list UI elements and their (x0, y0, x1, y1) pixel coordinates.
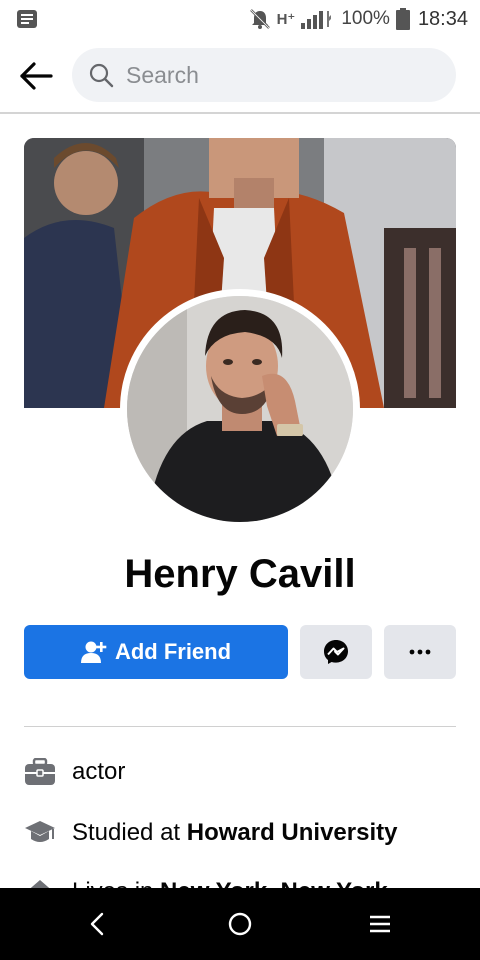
profile-name: Henry Cavill (124, 552, 356, 596)
graduation-cap-icon (25, 821, 55, 842)
status-bar: H⁺ 100% 18:34 (0, 0, 480, 38)
more-options-button[interactable] (384, 625, 456, 679)
add-friend-button[interactable]: Add Friend (24, 625, 288, 679)
clock: 18:34 (417, 7, 468, 30)
messenger-icon (324, 640, 348, 664)
mute-icon (249, 9, 270, 29)
nav-back-button[interactable] (78, 904, 118, 944)
nav-menu-icon (370, 915, 390, 933)
add-person-icon (80, 641, 107, 663)
back-button[interactable] (14, 56, 58, 96)
message-button[interactable] (300, 625, 372, 679)
notification-icon (17, 10, 37, 28)
divider (24, 726, 456, 727)
nav-recents-button[interactable] (360, 904, 400, 944)
occupation-text: actor (72, 758, 126, 785)
nav-home-icon (228, 912, 252, 936)
more-dots-icon (409, 649, 431, 655)
navigation-bar (0, 888, 480, 960)
info-occupation: actor (24, 750, 456, 794)
screen: H⁺ 100% 18:34 Search Henry Cavill Add Fr… (0, 0, 480, 960)
network-type: H⁺ (276, 11, 296, 28)
nav-home-button[interactable] (220, 904, 260, 944)
education-school[interactable]: Howard University (187, 819, 398, 847)
signal-icon (301, 11, 332, 29)
nav-back-icon (90, 912, 104, 936)
header (0, 38, 480, 114)
briefcase-icon (25, 758, 55, 785)
search-input[interactable] (124, 60, 428, 90)
back-arrow-icon (20, 62, 53, 90)
battery-icon (395, 8, 410, 30)
education-prefix: Studied at (72, 819, 187, 846)
battery-percent: 100% (341, 8, 390, 29)
avatar-image (127, 296, 353, 522)
info-education: Studied at Howard University (24, 811, 456, 855)
search-icon (89, 63, 114, 88)
add-friend-label: Add Friend (114, 639, 232, 664)
search-bar[interactable] (72, 48, 456, 102)
profile-avatar[interactable] (120, 289, 360, 529)
